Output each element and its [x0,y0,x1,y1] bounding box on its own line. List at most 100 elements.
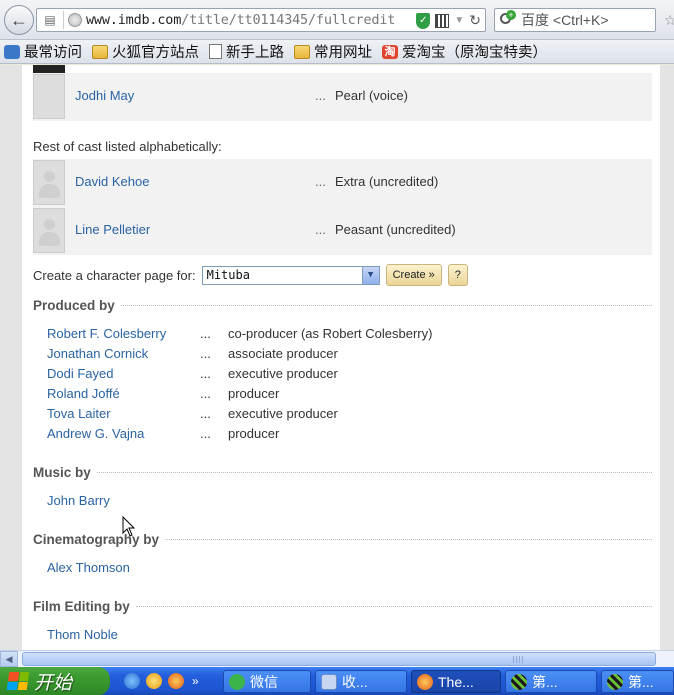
chevron-right-icon[interactable]: » [192,674,199,688]
task-document[interactable]: 第... [601,670,674,693]
bookmark-label: 常用网址 [314,45,372,61]
crew-ellipsis: ... [200,346,211,361]
back-button[interactable]: ← [4,5,34,35]
task-mail[interactable]: 收... [315,670,407,693]
scrollbar-grip [513,656,523,663]
cast-photo-placeholder[interactable] [33,208,65,253]
bookmark-label: 新手上路 [226,45,284,61]
character-page-form: Create a character page for: Mituba ▼ Cr… [33,262,468,288]
crew-name-link[interactable]: Andrew G. Vajna [47,426,144,441]
url-path: /title/tt0114345/fullcredit [181,12,396,28]
search-engine-icon[interactable]: + [499,10,517,28]
crew-name-link[interactable]: Thom Noble [47,627,118,642]
bookmark-common-sites[interactable]: 常用网址 [294,41,372,62]
character-page-label: Create a character page for: [33,267,196,283]
crew-credit: executive producer [228,366,338,381]
start-button[interactable]: 开始 [0,667,110,695]
crew-name-link[interactable]: Roland Joffé [47,386,120,401]
mouse-cursor-icon [122,516,136,537]
mail-icon [321,673,337,690]
cast-photo-placeholder[interactable] [33,160,65,205]
section-heading-music-by: Music by [33,465,652,480]
section-title: Music by [33,465,91,480]
crew-ellipsis: ... [200,406,211,421]
cast-name-link[interactable]: David Kehoe [75,174,149,189]
crew-ellipsis: ... [200,386,211,401]
section-heading-film-editing-by: Film Editing by [33,599,652,614]
cast-character: Pearl (voice) [335,88,408,103]
crew-name-link[interactable]: Jonathan Cornick [47,346,148,361]
task-wechat[interactable]: 微信 [223,670,311,693]
character-select[interactable]: Mituba ▼ [201,265,380,285]
page-icon [209,44,222,59]
cast-photo[interactable] [33,74,65,119]
chevron-down-icon[interactable]: ▼ [361,266,379,284]
back-arrow-icon: ← [10,9,28,30]
cast-photo-clipped [33,65,65,73]
app-icon[interactable] [146,673,162,689]
crew-name-link[interactable]: John Barry [47,493,110,508]
folder-icon [92,44,108,59]
credits-page: Jodhi May ... Pearl (voice) Rest of cast… [22,65,660,650]
page-gutter-left [0,65,22,650]
scroll-left-arrow-icon[interactable]: ◀ [0,651,18,667]
ie-icon[interactable] [124,673,140,689]
dropdown-arrow-icon[interactable]: ▼ [454,15,464,26]
task-label: 第... [532,673,558,690]
crew-ellipsis: ... [200,366,211,381]
task-document[interactable]: 第... [505,670,597,693]
dotted-rule [165,539,652,540]
bookmark-getting-started[interactable]: 新手上路 [209,41,284,62]
crew-credit: associate producer [228,346,338,361]
cast-row: David Kehoe ... Extra (uncredited) [33,159,652,207]
star-icon[interactable]: ☆ [664,12,674,29]
crew-ellipsis: ... [200,426,211,441]
dotted-rule [96,472,652,473]
url-text[interactable]: www.imdb.com/title/tt0114345/fullcredit [86,12,395,28]
cast-name-link[interactable]: Line Pelletier [75,222,150,237]
crew-name-link[interactable]: Robert F. Colesberry [47,326,166,341]
crew-credit: co-producer (as Robert Colesberry) [228,326,433,341]
cast-ellipsis: ... [315,222,326,237]
crew-name-link[interactable]: Dodi Fayed [47,366,113,381]
dotted-rule [120,305,652,306]
document-icon [607,673,623,690]
horizontal-scrollbar[interactable]: ◀ [0,650,674,667]
cast-name-link[interactable]: Jodhi May [75,88,134,103]
crew-credit: producer [228,386,280,401]
firefox-icon[interactable] [168,673,184,689]
task-label: 微信 [250,673,278,690]
task-label: 收... [342,673,368,690]
bookmark-most-visited[interactable]: 最常访问 [4,41,82,62]
taskbar: 开始 » 微信 收... The... 第... 第... [0,667,674,695]
search-box[interactable]: + 百度 <Ctrl+K> [494,8,656,32]
create-button[interactable]: Create » [385,264,442,286]
address-bar[interactable]: ▤ www.imdb.com/title/tt0114345/fullcredi… [36,8,486,32]
list-icon[interactable]: ▤ [41,13,59,27]
globe-icon [68,13,82,27]
folder-icon [294,44,310,59]
crew-name-link[interactable]: Tova Laiter [47,406,111,421]
cast-ellipsis: ... [315,88,326,103]
scrollbar-thumb[interactable] [22,652,656,666]
section-title: Film Editing by [33,599,130,614]
cast-ellipsis: ... [315,174,326,189]
task-firefox[interactable]: The... [411,670,501,693]
character-select-value: Mituba [206,267,250,282]
qr-code-icon[interactable] [435,13,450,28]
bookmark-label: 火狐官方站点 [112,45,199,61]
url-divider [63,11,64,29]
crew-credit: executive producer [228,406,338,421]
crew-name-link[interactable]: Alex Thomson [47,560,130,575]
shield-icon[interactable]: ✓ [416,12,431,29]
bookmark-taobao[interactable]: 淘爱淘宝（原淘宝特卖） [382,41,547,62]
url-domain: www.imdb.com [86,12,182,28]
bookmark-firefox-site[interactable]: 火狐官方站点 [92,41,199,62]
reload-icon[interactable]: ↻ [469,12,481,29]
screen: ← ▤ www.imdb.com/title/tt0114345/fullcre… [0,0,674,695]
section-title: Cinematography by [33,532,160,547]
task-label: 第... [628,673,654,690]
help-button[interactable]: ? [447,264,468,286]
crew-credit: producer [228,426,280,441]
bookmark-blue-icon [4,44,20,59]
